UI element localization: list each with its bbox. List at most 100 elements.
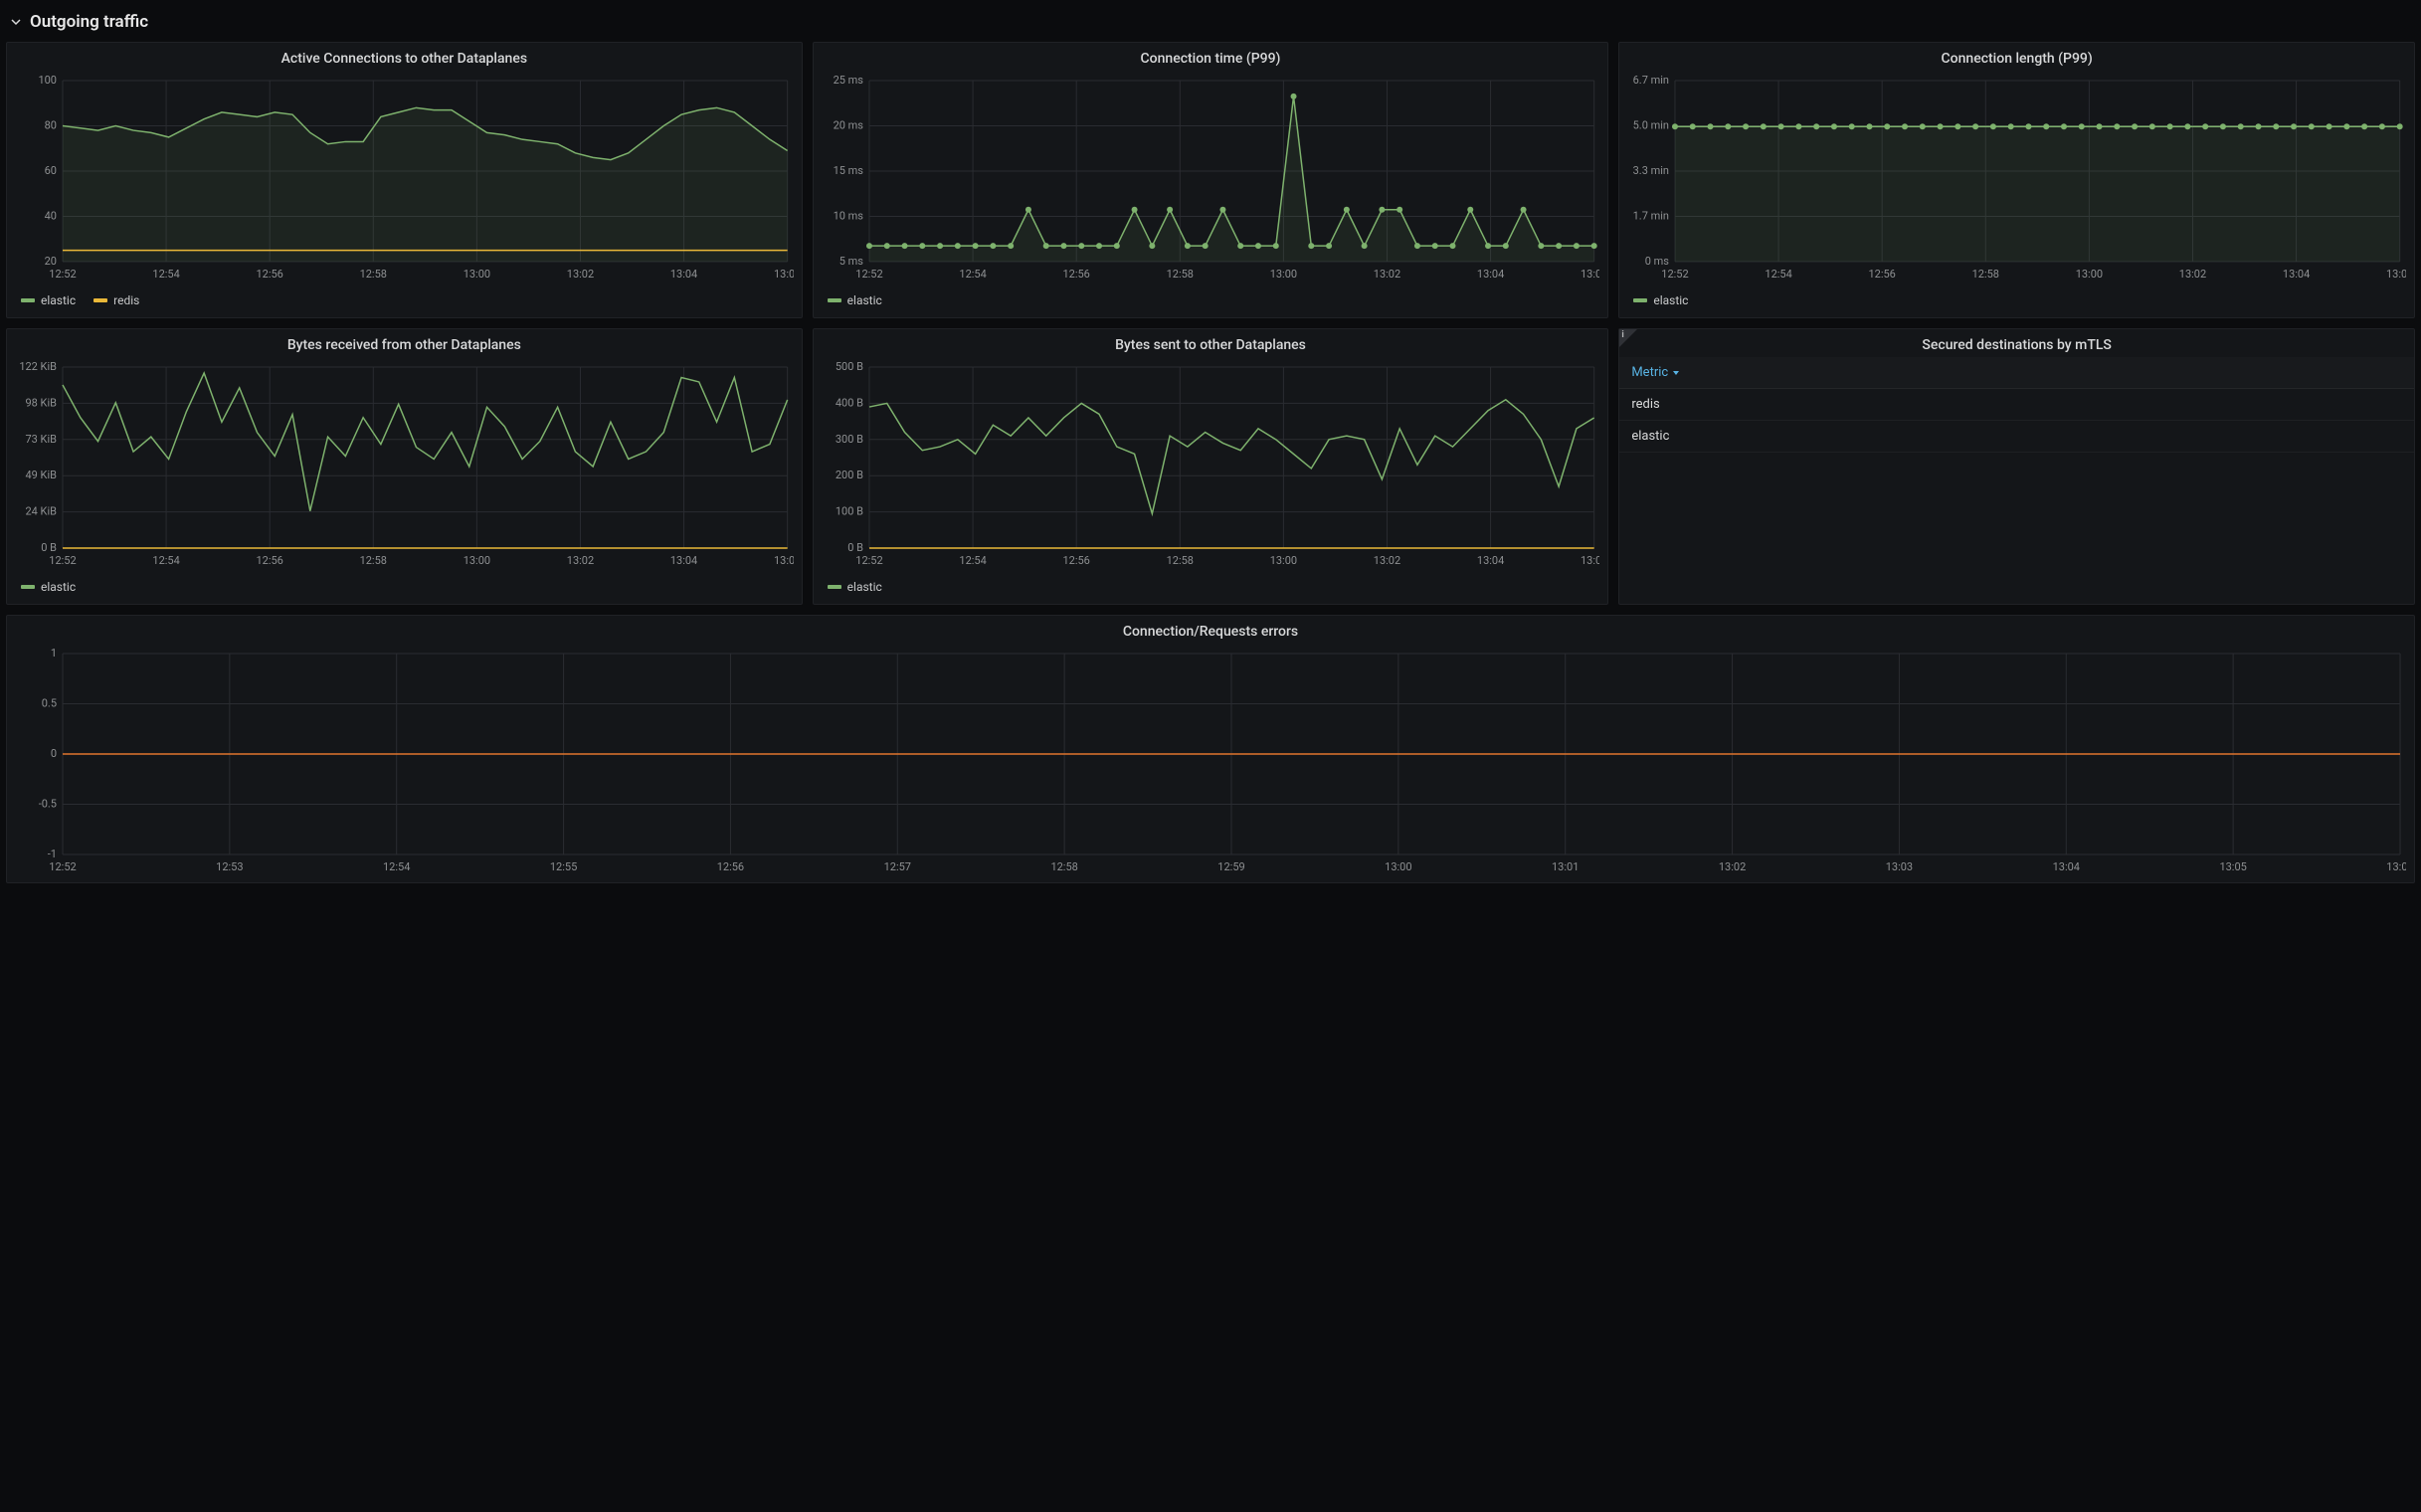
table-row[interactable]: redis bbox=[1619, 389, 2414, 421]
svg-text:13:04: 13:04 bbox=[2053, 860, 2080, 873]
svg-text:-0.5: -0.5 bbox=[39, 798, 57, 811]
svg-text:400 B: 400 B bbox=[836, 396, 863, 409]
svg-text:12:52: 12:52 bbox=[855, 268, 882, 281]
svg-text:13:06: 13:06 bbox=[2386, 860, 2406, 873]
svg-text:12:56: 12:56 bbox=[717, 860, 744, 873]
svg-text:12:52: 12:52 bbox=[49, 268, 76, 281]
svg-text:12:54: 12:54 bbox=[959, 554, 986, 567]
panel-active-connections[interactable]: Active Connections to other Dataplanes 2… bbox=[6, 42, 803, 318]
svg-text:13:04: 13:04 bbox=[2283, 268, 2310, 281]
svg-text:15 ms: 15 ms bbox=[833, 164, 863, 177]
table-row[interactable]: elastic bbox=[1619, 421, 2414, 453]
svg-text:12:56: 12:56 bbox=[1062, 554, 1089, 567]
panel-bytes-received[interactable]: Bytes received from other Dataplanes 0 B… bbox=[6, 328, 803, 605]
panel-mtls[interactable]: i Secured destinations by mTLS Metric re… bbox=[1618, 328, 2415, 605]
svg-text:12:52: 12:52 bbox=[49, 554, 76, 567]
svg-text:80: 80 bbox=[45, 119, 57, 132]
svg-text:100 B: 100 B bbox=[836, 505, 863, 518]
svg-text:12:57: 12:57 bbox=[884, 860, 911, 873]
svg-text:0 B: 0 B bbox=[847, 541, 863, 554]
table-header-metric[interactable]: Metric bbox=[1619, 357, 2414, 389]
legend-swatch bbox=[21, 298, 35, 302]
chart-active-conn: 2040608010012:5212:5412:5612:5813:0013:0… bbox=[15, 75, 794, 284]
svg-text:12:53: 12:53 bbox=[216, 860, 243, 873]
svg-text:13:02: 13:02 bbox=[1373, 554, 1399, 567]
svg-text:13:04: 13:04 bbox=[1477, 268, 1504, 281]
legend-swatch bbox=[21, 585, 35, 589]
svg-text:20 ms: 20 ms bbox=[833, 119, 863, 132]
panel-title: Active Connections to other Dataplanes bbox=[7, 43, 802, 71]
svg-text:12:52: 12:52 bbox=[855, 554, 882, 567]
svg-text:13:04: 13:04 bbox=[670, 554, 697, 567]
svg-text:6.7 min: 6.7 min bbox=[1633, 75, 1669, 87]
svg-text:0.5: 0.5 bbox=[42, 697, 57, 710]
svg-text:49 KiB: 49 KiB bbox=[25, 469, 57, 481]
svg-text:13:06: 13:06 bbox=[1581, 554, 1600, 567]
panel-title: Secured destinations by mTLS bbox=[1619, 329, 2414, 357]
svg-text:13:02: 13:02 bbox=[1373, 268, 1399, 281]
legend-item-elastic[interactable]: elastic bbox=[21, 293, 76, 307]
svg-text:500 B: 500 B bbox=[836, 361, 863, 373]
svg-text:100: 100 bbox=[38, 75, 57, 87]
svg-text:12:52: 12:52 bbox=[49, 860, 76, 873]
chart-conn-len: 0 ms1.7 min3.3 min5.0 min6.7 min12:5212:… bbox=[1627, 75, 2406, 284]
legend-item-elastic[interactable]: elastic bbox=[21, 580, 76, 594]
legend-item-elastic[interactable]: elastic bbox=[1633, 293, 1688, 307]
svg-text:12:58: 12:58 bbox=[1050, 860, 1077, 873]
svg-text:0 ms: 0 ms bbox=[1645, 255, 1670, 268]
svg-text:12:56: 12:56 bbox=[256, 268, 282, 281]
svg-text:13:06: 13:06 bbox=[774, 268, 794, 281]
svg-text:12:56: 12:56 bbox=[1062, 268, 1089, 281]
svg-text:13:00: 13:00 bbox=[1269, 268, 1296, 281]
panel-bytes-sent[interactable]: Bytes sent to other Dataplanes 0 B 100 B 2… bbox=[813, 328, 1609, 605]
svg-text:13:04: 13:04 bbox=[670, 268, 697, 281]
svg-text:13:06: 13:06 bbox=[2386, 268, 2406, 281]
svg-text:-1: -1 bbox=[48, 848, 57, 860]
legend-item-redis[interactable]: redis bbox=[93, 293, 139, 307]
svg-text:12:58: 12:58 bbox=[1972, 268, 1999, 281]
svg-text:1: 1 bbox=[51, 648, 57, 660]
svg-text:13:02: 13:02 bbox=[2179, 268, 2206, 281]
chart-bytes-recv: 0 B24 KiB49 KiB73 KiB98 KiB122 KiB12:521… bbox=[15, 361, 794, 570]
panel-connection-time[interactable]: Connection time (P99) 5 ms10 ms15 ms20 m… bbox=[813, 42, 1609, 318]
row-header[interactable]: Outgoing traffic bbox=[6, 6, 2415, 42]
panel-connection-length[interactable]: Connection length (P99) 0 ms1.7 min3.3 m… bbox=[1618, 42, 2415, 318]
chart-conn-time: 5 ms10 ms15 ms20 ms25 ms12:5212:5412:561… bbox=[822, 75, 1600, 284]
svg-text:300 B: 300 B bbox=[836, 433, 863, 446]
svg-text:5.0 min: 5.0 min bbox=[1633, 119, 1669, 132]
svg-text:12:56: 12:56 bbox=[256, 554, 282, 567]
info-icon[interactable]: i bbox=[1619, 329, 1637, 347]
chart-errors: -1-0.500.5112:5212:5312:5412:5512:5612:5… bbox=[15, 648, 2406, 876]
svg-text:98 KiB: 98 KiB bbox=[25, 396, 57, 409]
svg-text:13:04: 13:04 bbox=[1477, 554, 1504, 567]
svg-text:13:02: 13:02 bbox=[567, 554, 594, 567]
legend-item-elastic[interactable]: elastic bbox=[828, 580, 882, 594]
svg-text:12:58: 12:58 bbox=[1166, 268, 1193, 281]
svg-text:25 ms: 25 ms bbox=[833, 75, 863, 87]
chevron-down-icon bbox=[10, 16, 22, 28]
legend-item-elastic[interactable]: elastic bbox=[828, 293, 882, 307]
svg-text:12:59: 12:59 bbox=[1217, 860, 1244, 873]
svg-text:12:54: 12:54 bbox=[152, 268, 179, 281]
row-title: Outgoing traffic bbox=[30, 12, 148, 32]
svg-text:5 ms: 5 ms bbox=[838, 255, 863, 268]
svg-text:13:03: 13:03 bbox=[1886, 860, 1913, 873]
panel-title: Connection/Requests errors bbox=[7, 616, 2414, 644]
svg-text:12:55: 12:55 bbox=[550, 860, 577, 873]
svg-text:24 KiB: 24 KiB bbox=[25, 505, 57, 518]
sort-caret-icon bbox=[1672, 369, 1680, 377]
svg-text:200 B: 200 B bbox=[836, 469, 863, 481]
svg-text:122 KiB: 122 KiB bbox=[19, 361, 57, 373]
legend-swatch bbox=[93, 298, 107, 302]
svg-text:12:56: 12:56 bbox=[1869, 268, 1896, 281]
panel-errors[interactable]: Connection/Requests errors -1-0.500.5112… bbox=[6, 615, 2415, 883]
svg-text:12:54: 12:54 bbox=[383, 860, 410, 873]
svg-text:13:00: 13:00 bbox=[464, 554, 490, 567]
svg-text:12:54: 12:54 bbox=[152, 554, 179, 567]
svg-text:13:05: 13:05 bbox=[2219, 860, 2246, 873]
panel-title: Bytes sent to other Dataplanes bbox=[814, 329, 1608, 357]
svg-text:60: 60 bbox=[45, 164, 57, 177]
svg-text:12:54: 12:54 bbox=[1766, 268, 1792, 281]
svg-text:13:00: 13:00 bbox=[1269, 554, 1296, 567]
chart-bytes-sent: 0 B 100 B 200 B 300 B 400 B 500 B 12:52 12:54 12… bbox=[822, 361, 1600, 570]
